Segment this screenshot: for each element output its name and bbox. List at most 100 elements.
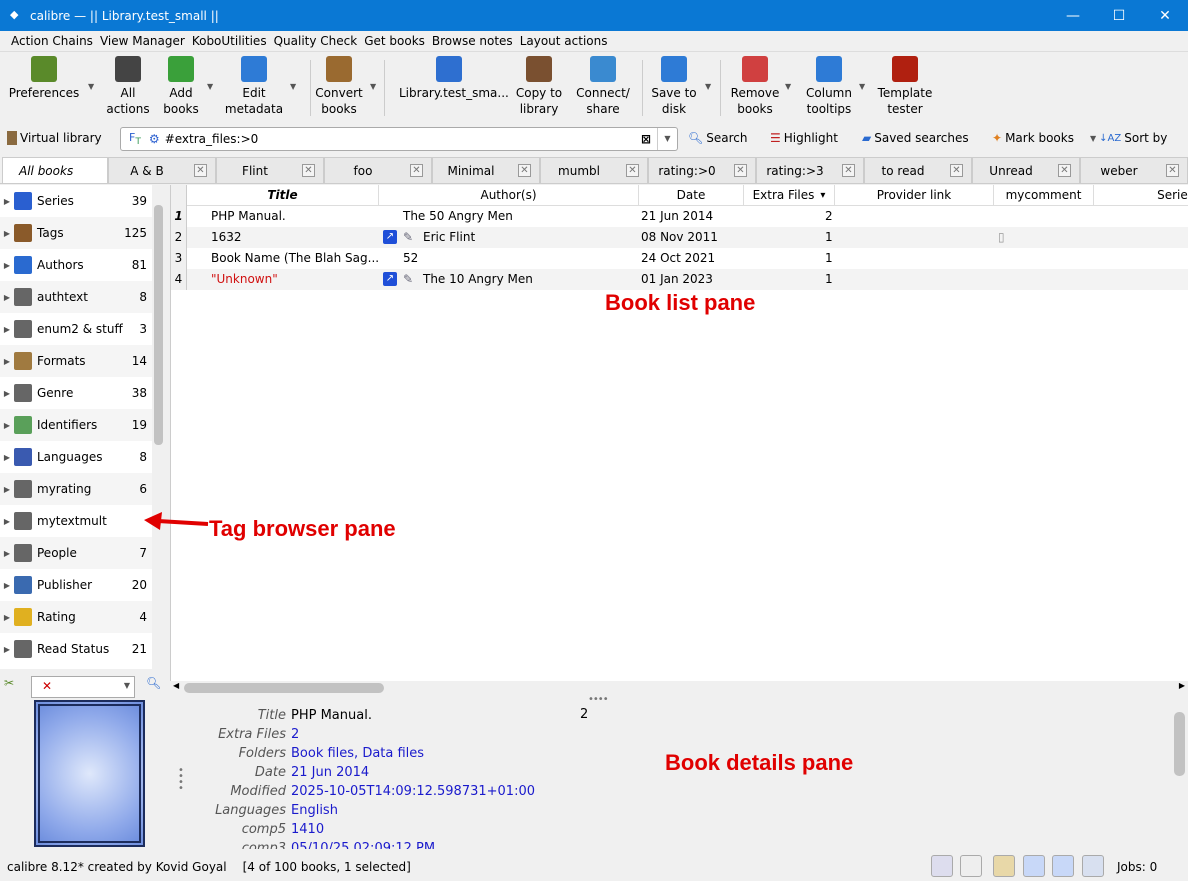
tag-filter-input[interactable]: ✕ ▼ — [31, 676, 135, 698]
tag-category-genre[interactable]: ▶ Genre 38 — [0, 377, 152, 409]
menu-item[interactable]: View Manager — [100, 34, 192, 48]
tag-category-authtext[interactable]: ▶ authtext 8 — [0, 281, 152, 313]
close-tab-icon[interactable]: ✕ — [1166, 164, 1179, 177]
close-tab-icon[interactable]: ✕ — [626, 164, 639, 177]
row-number[interactable]: 1 — [171, 206, 187, 227]
book-details-toggle-icon[interactable] — [993, 855, 1015, 877]
scrollbar-thumb[interactable] — [154, 205, 163, 445]
scroll-left-icon[interactable]: ◀ — [173, 681, 179, 690]
book-row[interactable]: 2 1632 ↗ ✎ Eric Flint 08 Nov 2011 1 ▯ — [171, 227, 1188, 248]
tag-browser-toggle-icon[interactable] — [960, 855, 982, 877]
link-icon[interactable]: ↗ — [383, 272, 397, 286]
detail-value[interactable]: 05/10/25 02:09:12 PM — [291, 841, 435, 849]
book-row[interactable]: 4 "Unknown" ↗ ✎ The 10 Angry Men 01 Jan 2023 1 — [171, 269, 1188, 290]
column-header-mycomment[interactable]: mycomment — [994, 185, 1094, 206]
link-icon[interactable]: ↗ — [383, 230, 397, 244]
toolbar-button-bug[interactable]: Template tester — [855, 56, 955, 117]
cover-grid-icon[interactable] — [1023, 855, 1045, 877]
full-text-search-icon[interactable]: FT — [129, 131, 141, 147]
detail-value[interactable]: 1410 — [291, 822, 324, 837]
menu-item[interactable]: KoboUtilities — [192, 34, 274, 48]
tab-flint[interactable]: Flint ✕ — [216, 157, 324, 183]
tab-to-read[interactable]: to read ✕ — [864, 157, 972, 183]
detail-value[interactable]: English — [291, 803, 338, 818]
tools-icon[interactable]: ✂ — [4, 676, 14, 690]
book-cover[interactable] — [34, 700, 145, 847]
scrollbar-thumb[interactable] — [184, 683, 384, 693]
search-input[interactable]: FT ⚙ #extra_files:>0 ⊠ ▼ — [120, 127, 678, 151]
dropdown-arrow-icon[interactable]: ▼ — [370, 82, 376, 91]
close-tab-icon[interactable]: ✕ — [734, 164, 747, 177]
virtual-library-button[interactable]: Virtual library — [7, 131, 102, 145]
expand-arrow-icon[interactable]: ▶ — [0, 293, 14, 302]
expand-arrow-icon[interactable]: ▶ — [0, 229, 14, 238]
jobs-indicator[interactable]: Jobs: 0 — [1117, 860, 1157, 874]
scroll-right-icon[interactable]: ▶ — [1179, 681, 1185, 690]
detail-value[interactable]: 21 Jun 2014 — [291, 765, 369, 780]
tag-browser-scrollbar[interactable] — [152, 185, 165, 669]
toolbar-button-library-arrow[interactable]: Library.test_sma... — [399, 56, 509, 101]
detail-value[interactable]: PHP Manual. — [291, 708, 372, 723]
detail-value[interactable]: 2025-10-05T14:09:12.598731+01:00 — [291, 784, 535, 799]
tab-foo[interactable]: foo ✕ — [324, 157, 432, 183]
tag-category-formats[interactable]: ▶ Formats 14 — [0, 345, 152, 377]
search-button[interactable]: 🔍︎ Search — [688, 131, 747, 145]
column-header-author-s-[interactable]: Author(s) — [379, 185, 639, 206]
expand-arrow-icon[interactable]: ▶ — [0, 421, 14, 430]
close-tab-icon[interactable]: ✕ — [302, 164, 315, 177]
tab-rating-3[interactable]: rating:>3 ✕ — [756, 157, 864, 183]
expand-arrow-icon[interactable]: ▶ — [0, 197, 14, 206]
tag-category-people[interactable]: ▶ People 7 — [0, 537, 152, 569]
tab-rating-0[interactable]: rating:>0 ✕ — [648, 157, 756, 183]
book-list-horizontal-scrollbar[interactable]: ◀ ▶ — [170, 681, 1188, 695]
row-number[interactable]: 3 — [171, 248, 187, 269]
tab-minimal[interactable]: Minimal ✕ — [432, 157, 540, 183]
tab-unread[interactable]: Unread ✕ — [972, 157, 1080, 183]
details-scrollbar[interactable] — [1174, 712, 1185, 776]
cover-browser-icon[interactable] — [1052, 855, 1074, 877]
find-icon[interactable]: 🔍︎ — [146, 676, 161, 690]
menu-item[interactable]: Layout actions — [520, 34, 615, 48]
highlight-button[interactable]: ☰ Highlight — [770, 131, 838, 145]
detail-value[interactable]: 2 — [291, 727, 299, 742]
expand-arrow-icon[interactable]: ▶ — [0, 549, 14, 558]
tag-category-mytextmult[interactable]: ▶ mytextmult — [0, 505, 152, 537]
row-number[interactable]: 2 — [171, 227, 187, 248]
close-tab-icon[interactable]: ✕ — [950, 164, 963, 177]
tag-category-series[interactable]: ▶ Series 39 — [0, 185, 152, 217]
expand-arrow-icon[interactable]: ▶ — [0, 613, 14, 622]
expand-arrow-icon[interactable]: ▶ — [0, 453, 14, 462]
expand-arrow-icon[interactable]: ▶ — [0, 517, 14, 526]
expand-arrow-icon[interactable]: ▶ — [0, 357, 14, 366]
dropdown-arrow-icon[interactable]: ▼ — [124, 681, 130, 690]
expand-arrow-icon[interactable]: ▶ — [0, 325, 14, 334]
tag-category-read-status[interactable]: ▶ Read Status 21 — [0, 633, 152, 665]
menu-item[interactable]: Browse notes — [432, 34, 520, 48]
column-header-extra-files[interactable]: Extra Files ▾ — [744, 185, 835, 206]
detail-value[interactable]: Book files, Data files — [291, 746, 424, 761]
tag-category-authors[interactable]: ▶ Authors 81 — [0, 249, 152, 281]
menu-item[interactable]: Quality Check — [274, 34, 365, 48]
row-number[interactable]: 4 — [171, 269, 187, 290]
column-header-provider-link[interactable]: Provider link — [835, 185, 994, 206]
expand-arrow-icon[interactable]: ▶ — [0, 261, 14, 270]
clear-icon[interactable]: ✕ — [42, 679, 52, 693]
tab-all-books[interactable]: All books — [2, 157, 108, 183]
column-header-date[interactable]: Date — [639, 185, 744, 206]
search-history-dropdown[interactable]: ▼ — [657, 128, 677, 150]
close-button[interactable]: ✕ — [1142, 0, 1188, 31]
tag-category-enum2-stuff[interactable]: ▶ enum2 & stuff 3 — [0, 313, 152, 345]
tab-weber[interactable]: weber ✕ — [1080, 157, 1188, 183]
gear-icon[interactable]: ⚙ — [149, 132, 160, 146]
search-layout-icon[interactable] — [931, 855, 953, 877]
tag-category-identifiers[interactable]: ▶ Identifiers 19 — [0, 409, 152, 441]
expand-arrow-icon[interactable]: ▶ — [0, 389, 14, 398]
tab-a-b[interactable]: A & B ✕ — [108, 157, 216, 183]
sort-by-button[interactable]: ▼ ↓AZ Sort by — [1090, 131, 1167, 145]
column-header-title[interactable]: Title — [187, 185, 379, 206]
tag-category-rating[interactable]: ▶ Rating 4 — [0, 601, 152, 633]
quickview-eye-icon[interactable] — [1082, 855, 1104, 877]
menu-item[interactable]: Get books — [364, 34, 432, 48]
close-tab-icon[interactable]: ✕ — [842, 164, 855, 177]
tag-category-tags[interactable]: ▶ Tags 125 — [0, 217, 152, 249]
